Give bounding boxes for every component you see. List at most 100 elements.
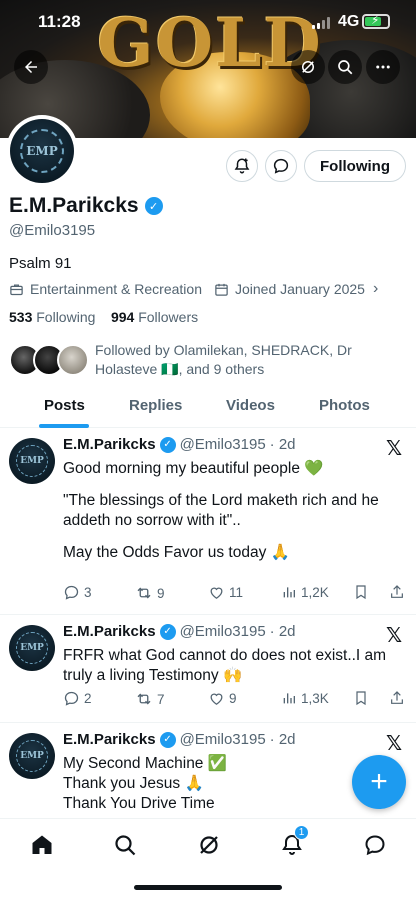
tweet-header: E.M.Parikcks ✓ @Emilo3195 · 2d xyxy=(63,436,296,453)
calendar-icon xyxy=(215,283,228,296)
tab-photos[interactable]: Photos xyxy=(319,397,370,414)
compose-post-button[interactable]: + xyxy=(352,755,406,809)
tweet-text: My Second Machine ✅ Thank you Jesus 🙏 Th… xyxy=(63,755,228,812)
message-icon xyxy=(365,835,385,856)
tweet[interactable]: EMP E.M.Parikcks ✓ @Emilo3195 · 2d 𝕏 Goo… xyxy=(0,428,416,615)
verified-badge-icon: ✓ xyxy=(159,436,176,453)
following-link[interactable]: 533 Following xyxy=(9,309,95,325)
home-icon xyxy=(32,835,52,854)
bookmark-button[interactable] xyxy=(353,690,369,706)
notifications-subscribe-button[interactable] xyxy=(226,150,258,182)
nav-search[interactable] xyxy=(111,831,139,859)
tab-posts[interactable]: Posts xyxy=(44,397,85,414)
home-indicator[interactable] xyxy=(134,885,282,890)
tweet-author-handle: @Emilo3195 xyxy=(179,731,266,748)
share-icon xyxy=(391,691,403,704)
nav-notifications[interactable]: 1 xyxy=(278,825,309,859)
avatar-text: EMP xyxy=(26,144,58,158)
followed-by-text: Followed by Olamilekan, SHEDRACK, Dr Hol… xyxy=(95,342,352,377)
profile-meta: Entertainment & Recreation Joined Januar… xyxy=(9,280,378,298)
bookmark-icon xyxy=(356,585,366,600)
share-button[interactable] xyxy=(389,584,405,600)
more-icon xyxy=(376,65,390,69)
following-button[interactable]: Following xyxy=(304,150,406,182)
like-button[interactable]: 9 xyxy=(208,690,237,707)
tweet-avatar[interactable]: EMP xyxy=(9,438,55,484)
verified-badge-icon: ✓ xyxy=(159,623,176,640)
followers-link[interactable]: 994 Followers xyxy=(111,309,198,325)
chevron-right-icon[interactable]: › xyxy=(373,280,378,298)
search-button[interactable] xyxy=(328,50,362,84)
tweet-text: Good morning my beautiful people 💚 "The … xyxy=(63,460,379,561)
tweet-avatar[interactable]: EMP xyxy=(9,733,55,779)
nav-home[interactable] xyxy=(28,831,56,859)
profile-category[interactable]: Entertainment & Recreation xyxy=(30,281,202,297)
tweet-time: · 2d xyxy=(269,436,296,453)
followed-by-row[interactable]: Followed by Olamilekan, SHEDRACK, Dr Hol… xyxy=(9,340,409,380)
reply-icon xyxy=(64,585,79,600)
views-chart-icon xyxy=(283,587,295,598)
tweet-avatar[interactable]: EMP xyxy=(9,625,55,671)
tweet-author-name[interactable]: E.M.Parikcks xyxy=(63,623,156,640)
x-logo-icon: 𝕏 xyxy=(386,733,403,755)
tweet[interactable]: EMP E.M.Parikcks ✓ @Emilo3195 · 2d 𝕏 FRF… xyxy=(0,615,416,723)
profile-name: E.M.Parikcks xyxy=(9,194,139,217)
profile-bio: Psalm 91 xyxy=(9,255,72,272)
nav-grok[interactable] xyxy=(195,831,223,859)
profile-joined: Joined January 2025 xyxy=(234,281,365,297)
search-icon xyxy=(115,835,136,856)
x-logo-icon: 𝕏 xyxy=(386,625,403,647)
message-icon xyxy=(273,158,289,174)
repost-button[interactable]: 9 xyxy=(135,584,165,602)
back-button[interactable] xyxy=(14,50,48,84)
tab-replies[interactable]: Replies xyxy=(129,397,182,414)
tab-videos[interactable]: Videos xyxy=(226,397,275,414)
signal-icon xyxy=(312,17,332,29)
reply-button[interactable]: 2 xyxy=(63,690,92,707)
bell-plus-icon xyxy=(234,158,250,174)
reply-icon xyxy=(64,691,79,706)
verified-badge-icon: ✓ xyxy=(159,731,176,748)
bookmark-button[interactable] xyxy=(353,584,369,600)
x-logo-icon: 𝕏 xyxy=(386,438,403,460)
status-bar: 11:28 4G ⚡ xyxy=(0,0,416,46)
notification-count-badge: 1 xyxy=(294,825,309,840)
views-button[interactable]: 1,2K xyxy=(281,584,329,600)
verified-badge-icon[interactable]: ✓ xyxy=(144,197,163,215)
more-button[interactable] xyxy=(366,50,400,84)
network-type: 4G xyxy=(338,13,360,30)
follower-avatar xyxy=(57,344,89,376)
views-chart-icon xyxy=(283,693,295,704)
grok-icon xyxy=(302,61,314,73)
heart-icon xyxy=(210,693,223,705)
briefcase-icon xyxy=(10,284,23,295)
share-button[interactable] xyxy=(389,690,405,706)
views-button[interactable]: 1,3K xyxy=(281,690,329,706)
profile-avatar[interactable]: EMP xyxy=(6,115,78,187)
profile-handle: @Emilo3195 xyxy=(9,222,96,239)
profile-tabs: Posts Replies Videos Photos xyxy=(0,390,416,428)
like-button[interactable]: 11 xyxy=(208,584,243,601)
message-button[interactable] xyxy=(265,150,297,182)
follow-counts: 533 Following 994 Followers xyxy=(9,309,198,325)
tweet-actions: 3 9 11 1,2K xyxy=(63,584,408,606)
tweet-time: · 2d xyxy=(269,731,296,748)
tweet-text: FRFR what God cannot do does not exist..… xyxy=(63,647,387,684)
plus-icon: + xyxy=(370,765,388,798)
tweet-header: E.M.Parikcks ✓ @Emilo3195 · 2d xyxy=(63,623,296,640)
tweet-author-name[interactable]: E.M.Parikcks xyxy=(63,436,156,453)
tweet-author-name[interactable]: E.M.Parikcks xyxy=(63,731,156,748)
nav-messages[interactable] xyxy=(361,831,389,859)
tweet-header: E.M.Parikcks ✓ @Emilo3195 · 2d xyxy=(63,731,296,748)
repost-button[interactable]: 7 xyxy=(135,690,165,708)
heart-icon xyxy=(210,587,223,599)
bookmark-icon xyxy=(356,691,366,706)
tweet-time: · 2d xyxy=(269,623,296,640)
status-time: 11:28 xyxy=(38,12,81,31)
grok-icon xyxy=(200,836,218,854)
battery-icon: ⚡ xyxy=(362,13,390,29)
grok-button[interactable] xyxy=(291,50,325,84)
share-icon xyxy=(391,585,403,598)
repost-icon xyxy=(137,693,151,705)
reply-button[interactable]: 3 xyxy=(63,584,92,601)
